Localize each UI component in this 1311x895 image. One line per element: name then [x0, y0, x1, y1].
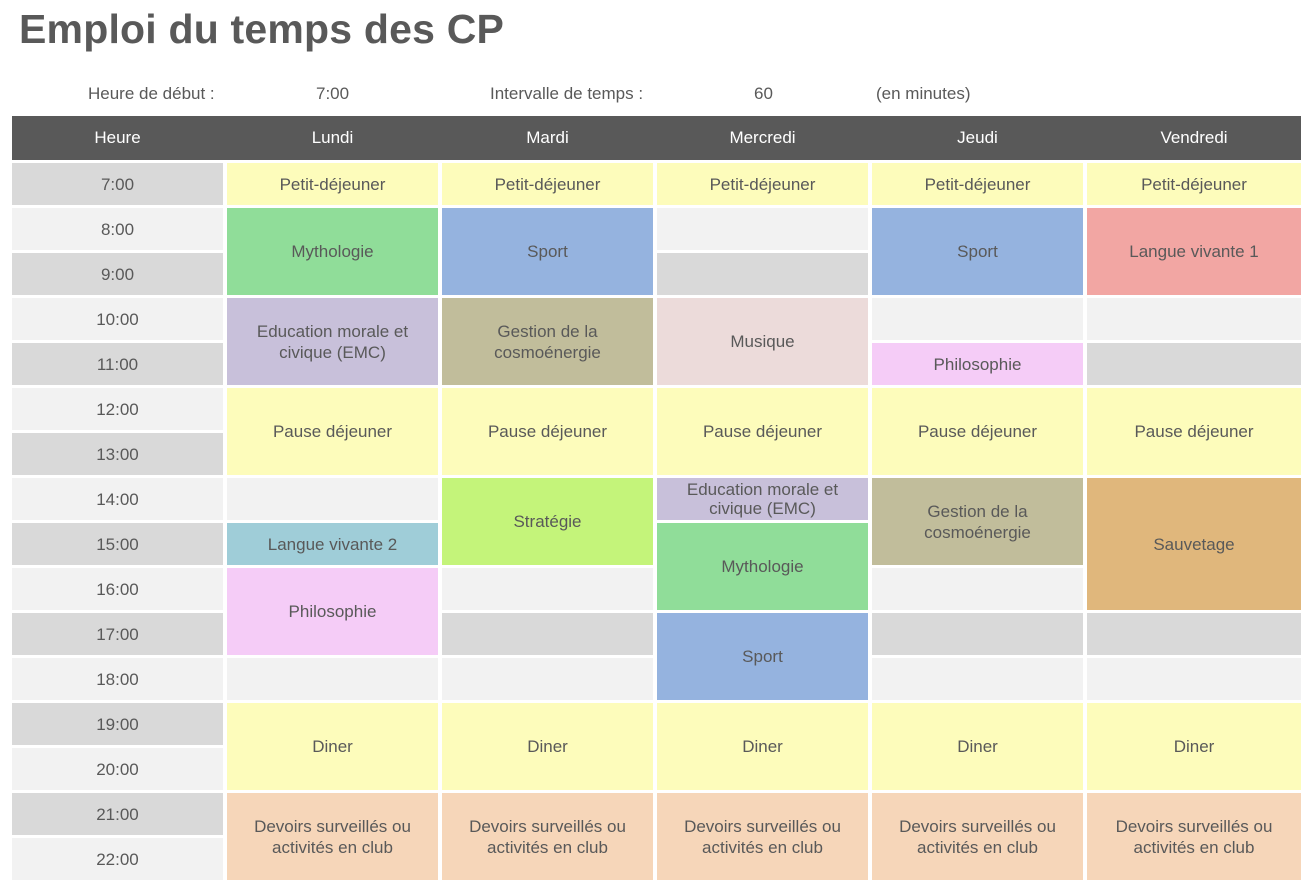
- empty-slot[interactable]: [442, 658, 653, 700]
- activity-block-friday[interactable]: Langue vivante 1: [1087, 208, 1301, 295]
- header-monday: Lundi: [311, 128, 354, 147]
- activity-block-tuesday[interactable]: Devoirs surveillés ou activités en club: [442, 793, 653, 880]
- empty-slot[interactable]: [872, 613, 1083, 655]
- empty-slot[interactable]: [1087, 613, 1301, 655]
- activity-block-wednesday[interactable]: Pause déjeuner: [657, 388, 868, 475]
- activity-block-monday[interactable]: Diner: [227, 703, 438, 790]
- empty-slot[interactable]: [442, 613, 653, 655]
- activity-block-tuesday[interactable]: Petit-déjeuner: [442, 163, 653, 205]
- activity-block-friday[interactable]: Pause déjeuner: [1087, 388, 1301, 475]
- activity-block-thursday[interactable]: Devoirs surveillés ou activités en club: [872, 793, 1083, 880]
- time-slot-label: 20:00: [12, 748, 223, 790]
- start-time-label: Heure de début :: [88, 84, 215, 103]
- activity-block-thursday[interactable]: Philosophie: [872, 343, 1083, 385]
- activity-block-thursday[interactable]: Diner: [872, 703, 1083, 790]
- activity-block-wednesday[interactable]: Devoirs surveillés ou activités en club: [657, 793, 868, 880]
- time-slot-label: 14:00: [12, 478, 223, 520]
- empty-slot[interactable]: [872, 568, 1083, 610]
- empty-slot[interactable]: [872, 658, 1083, 700]
- activity-block-friday[interactable]: Devoirs surveillés ou activités en club: [1087, 793, 1301, 880]
- time-slot-label: 13:00: [12, 433, 223, 475]
- empty-slot[interactable]: [1087, 658, 1301, 700]
- activity-block-friday[interactable]: Petit-déjeuner: [1087, 163, 1301, 205]
- activity-block-tuesday[interactable]: Diner: [442, 703, 653, 790]
- time-slot-label: 15:00: [12, 523, 223, 565]
- header-friday: Vendredi: [1160, 128, 1228, 147]
- timetable-header: Heure Lundi Mardi Mercredi Jeudi Vendredi: [12, 116, 1301, 160]
- activity-block-monday[interactable]: Mythologie: [227, 208, 438, 295]
- interval-label: Intervalle de temps :: [490, 84, 644, 103]
- header-wednesday: Mercredi: [729, 128, 796, 147]
- page-title: Emploi du temps des CP: [19, 6, 505, 52]
- time-slot-label: 10:00: [12, 298, 223, 340]
- header-time: Heure: [94, 128, 141, 147]
- activity-block-friday[interactable]: Diner: [1087, 703, 1301, 790]
- time-slot-label: 21:00: [12, 793, 223, 835]
- activity-block-monday[interactable]: Langue vivante 2: [227, 523, 438, 565]
- activity-block-friday[interactable]: Sauvetage: [1087, 478, 1301, 610]
- activity-block-monday[interactable]: Devoirs surveillés ou activités en club: [227, 793, 438, 880]
- time-slot-label: 16:00: [12, 568, 223, 610]
- activity-block-monday[interactable]: Philosophie: [227, 568, 438, 655]
- activity-block-wednesday[interactable]: Diner: [657, 703, 868, 790]
- activity-block-monday[interactable]: Education morale et civique (EMC): [227, 298, 438, 385]
- activity-block-thursday[interactable]: Petit-déjeuner: [872, 163, 1083, 205]
- empty-slot[interactable]: [657, 253, 868, 295]
- start-time-value[interactable]: 7:00: [316, 84, 349, 104]
- time-slot-label: 22:00: [12, 838, 223, 880]
- activity-block-wednesday[interactable]: Education morale et civique (EMC): [657, 478, 868, 520]
- empty-slot[interactable]: [442, 568, 653, 610]
- time-slot-label: 7:00: [12, 163, 223, 205]
- time-slot-label: 8:00: [12, 208, 223, 250]
- activity-block-tuesday[interactable]: Pause déjeuner: [442, 388, 653, 475]
- time-slot-label: 12:00: [12, 388, 223, 430]
- empty-slot[interactable]: [227, 478, 438, 520]
- activity-block-thursday[interactable]: Sport: [872, 208, 1083, 295]
- empty-slot[interactable]: [1087, 298, 1301, 340]
- interval-value[interactable]: 60: [754, 84, 773, 104]
- time-slot-label: 19:00: [12, 703, 223, 745]
- activity-block-wednesday[interactable]: Mythologie: [657, 523, 868, 610]
- activity-block-wednesday[interactable]: Sport: [657, 613, 868, 700]
- time-slot-label: 17:00: [12, 613, 223, 655]
- activity-block-monday[interactable]: Pause déjeuner: [227, 388, 438, 475]
- time-slot-label: 11:00: [12, 343, 223, 385]
- activity-block-tuesday[interactable]: Sport: [442, 208, 653, 295]
- empty-slot[interactable]: [872, 298, 1083, 340]
- activity-block-wednesday[interactable]: Musique: [657, 298, 868, 385]
- activity-block-monday[interactable]: Petit-déjeuner: [227, 163, 438, 205]
- activity-block-tuesday[interactable]: Stratégie: [442, 478, 653, 565]
- header-thursday: Jeudi: [957, 128, 998, 147]
- header-tuesday: Mardi: [526, 128, 569, 147]
- time-slot-label: 9:00: [12, 253, 223, 295]
- empty-slot[interactable]: [227, 658, 438, 700]
- empty-slot[interactable]: [1087, 343, 1301, 385]
- empty-slot[interactable]: [657, 208, 868, 250]
- activity-block-wednesday[interactable]: Petit-déjeuner: [657, 163, 868, 205]
- activity-block-thursday[interactable]: Gestion de la cosmoénergie: [872, 478, 1083, 565]
- activity-block-thursday[interactable]: Pause déjeuner: [872, 388, 1083, 475]
- activity-block-tuesday[interactable]: Gestion de la cosmoénergie: [442, 298, 653, 385]
- interval-unit: (en minutes): [876, 84, 971, 103]
- time-slot-label: 18:00: [12, 658, 223, 700]
- timetable-grid: Heure Lundi Mardi Mercredi Jeudi Vendredi 7:0…: [12, 116, 1301, 881]
